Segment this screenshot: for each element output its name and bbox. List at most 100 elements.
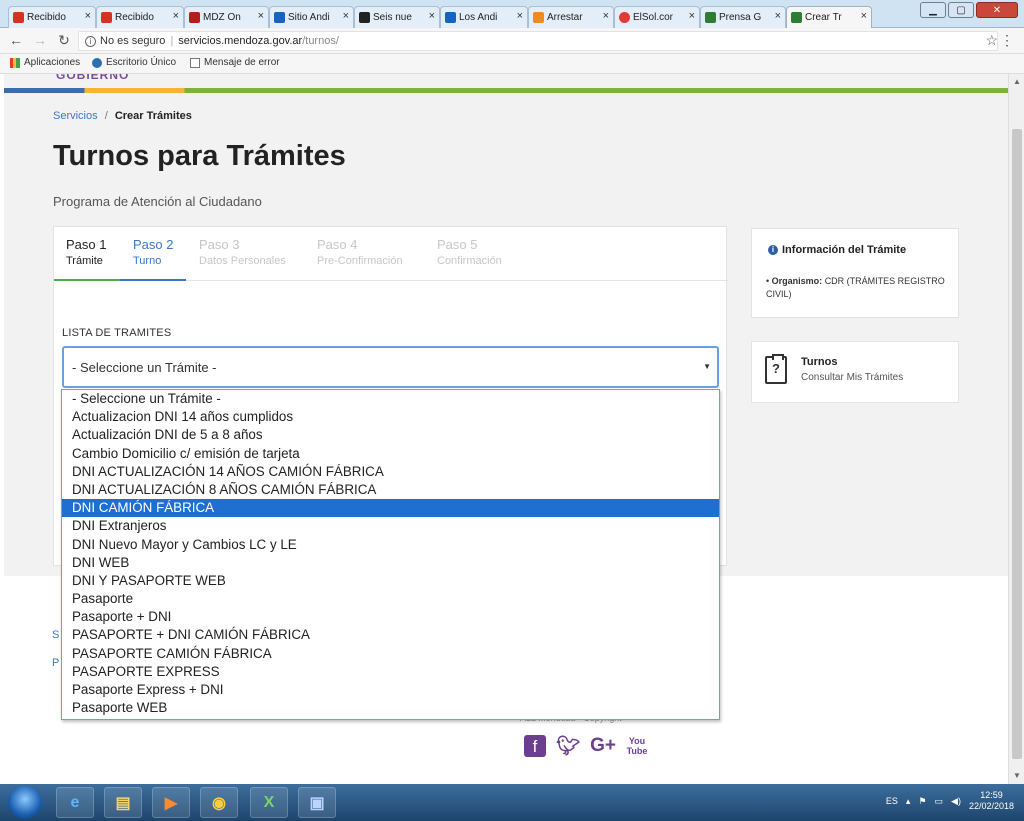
turnos-card[interactable]: ? Turnos Consultar Mis Trámites (751, 341, 959, 403)
minimize-icon[interactable]: ▁ (920, 2, 946, 18)
gobierno-logo[interactable]: GOBIERNO (56, 74, 129, 82)
close-icon[interactable]: × (173, 10, 179, 22)
youtube-icon[interactable]: You Tube (626, 736, 648, 756)
step-2[interactable]: Paso 2 Turno (133, 227, 173, 281)
page-title: Turnos para Trámites (53, 140, 346, 172)
tramite-option[interactable]: PASAPORTE EXPRESS (62, 663, 719, 681)
url-separator: | (170, 35, 174, 47)
tramite-option[interactable]: PASAPORTE CAMIÓN FÁBRICA (62, 645, 719, 663)
tramite-option[interactable]: Pasaporte (62, 590, 719, 608)
excel-icon[interactable]: X (250, 787, 288, 818)
breadcrumb: Servicios / Crear Trámites (53, 110, 192, 122)
step-1[interactable]: Paso 1 Trámite (66, 227, 106, 281)
tramite-option[interactable]: DNI Y PASAPORTE WEB (62, 572, 719, 590)
close-icon[interactable]: × (343, 10, 349, 22)
browser-tab[interactable]: Los Andi × (440, 6, 528, 28)
browser-tab[interactable]: Sitio Andi × (269, 6, 354, 28)
browser-tab[interactable]: Recibido × (8, 6, 96, 28)
browser-tab-active[interactable]: Crear Tr × (786, 6, 872, 28)
select-value: - Seleccione un Trámite - (72, 359, 217, 375)
scroll-down-icon[interactable]: ▼ (1009, 768, 1024, 784)
breadcrumb-servicios-link[interactable]: Servicios (53, 110, 98, 122)
info-icon[interactable]: i (85, 35, 96, 47)
bookmark-mensaje[interactable]: Mensaje de error (190, 57, 280, 68)
network-icon[interactable]: ▭ (935, 796, 944, 807)
language-indicator[interactable]: ES (886, 796, 898, 806)
file-explorer-icon[interactable]: ▤ (104, 787, 142, 818)
forward-icon[interactable]: → (32, 32, 48, 48)
document-app-icon[interactable]: ▣ (298, 787, 336, 818)
consultar-tramites-link[interactable]: Consultar Mis Trámites (801, 372, 903, 383)
facebook-icon[interactable]: f (524, 735, 546, 757)
apps-grid-icon (10, 57, 20, 68)
tramite-select[interactable]: - Seleccione un Trámite - ▼ (62, 346, 719, 388)
volume-icon[interactable]: ◀) (951, 796, 961, 807)
browser-tab[interactable]: Prensa G × (700, 6, 786, 28)
close-icon[interactable]: × (861, 10, 867, 22)
maximize-icon[interactable]: ▢ (948, 2, 974, 18)
tramite-option[interactable]: Pasaporte WEB (62, 699, 719, 717)
browser-tab[interactable]: Seis nue × (354, 6, 440, 28)
google-plus-icon[interactable]: G+ (590, 735, 616, 757)
scroll-up-icon[interactable]: ▲ (1009, 74, 1024, 90)
internet-explorer-icon[interactable]: e (56, 787, 94, 818)
clock[interactable]: 12:59 22/02/2018 (969, 790, 1014, 812)
close-window-icon[interactable]: ✕ (976, 2, 1018, 18)
bookmark-star-icon[interactable]: ☆ (985, 32, 998, 49)
tramite-option[interactable]: DNI ACTUALIZACIÓN 14 AÑOS CAMIÓN FÁBRICA (62, 463, 719, 481)
close-icon[interactable]: × (775, 10, 781, 22)
back-icon[interactable]: ← (8, 32, 24, 48)
footer-link[interactable]: S (52, 629, 59, 641)
tab-title: Recibido (27, 12, 66, 23)
close-icon[interactable]: × (689, 10, 695, 22)
breadcrumb-separator: / (104, 110, 108, 122)
tramite-option[interactable]: DNI CAMIÓN FÁBRICA (62, 499, 719, 518)
tramite-option[interactable]: DNI WEB (62, 554, 719, 572)
start-button[interactable] (8, 786, 42, 819)
site-favicon-icon (705, 12, 716, 23)
tramite-option[interactable]: DNI Nuevo Mayor y Cambios LC y LE (62, 536, 719, 554)
url-input[interactable]: i No es seguro | servicios.mendoza.gov.a… (78, 31, 998, 51)
tramite-option[interactable]: Cambio Domicilio c/ emisión de tarjeta (62, 445, 719, 463)
bookmark-escritorio[interactable]: Escritorio Único (92, 57, 176, 68)
close-icon[interactable]: × (603, 10, 609, 22)
tramite-option[interactable]: - Seleccione un Trámite - (62, 390, 719, 408)
clock-time: 12:59 (980, 790, 1003, 800)
close-icon[interactable]: × (258, 10, 264, 22)
tramite-option[interactable]: Pasaporte Express + DNI (62, 681, 719, 699)
page-scrollbar[interactable]: ▲ ▼ (1008, 74, 1024, 784)
tab-title: MDZ On (203, 12, 241, 23)
browser-tab[interactable]: MDZ On × (184, 6, 269, 28)
step-label: Datos Personales (199, 255, 286, 267)
step-label: Trámite (66, 255, 103, 267)
globe-icon (92, 57, 102, 68)
tramite-option[interactable]: DNI ACTUALIZACIÓN 8 AÑOS CAMIÓN FÁBRICA (62, 481, 719, 499)
turnos-card-title: Turnos (801, 356, 838, 368)
close-icon[interactable]: × (517, 10, 523, 22)
footer-link[interactable]: P (52, 657, 59, 669)
browser-tab[interactable]: Arrestar × (528, 6, 614, 28)
reload-icon[interactable]: ↻ (56, 32, 72, 49)
tramite-option[interactable]: Actualización DNI de 5 a 8 años (62, 426, 719, 444)
info-card-header: i Información del Trámite (768, 244, 906, 256)
tramite-option[interactable]: Actualizacion DNI 14 años cumplidos (62, 408, 719, 426)
twitter-icon[interactable]: 🐦︎ (556, 734, 580, 758)
browser-tab[interactable]: Recibido × (96, 6, 184, 28)
close-icon[interactable]: × (429, 10, 435, 22)
step-number: Paso 4 (317, 237, 358, 252)
tramites-list-label: LISTA DE TRAMITES (62, 327, 172, 339)
tramite-option[interactable]: DNI Extranjeros (62, 517, 719, 535)
site-favicon-icon (274, 12, 285, 23)
step-number: Paso 5 (437, 237, 478, 252)
flag-icon[interactable]: ⚑ (918, 796, 926, 807)
tray-arrow-icon[interactable]: ▴ (906, 796, 911, 807)
media-player-icon[interactable]: ▶ (152, 787, 190, 818)
tramite-option[interactable]: Pasaporte + DNI (62, 608, 719, 626)
menu-kebab-icon[interactable]: ⋮ (1000, 32, 1014, 49)
scroll-thumb[interactable] (1012, 129, 1022, 759)
close-icon[interactable]: × (85, 10, 91, 22)
chrome-icon[interactable]: ◉ (200, 787, 238, 818)
bookmark-apps[interactable]: Aplicaciones (10, 57, 80, 68)
browser-tab[interactable]: ElSol.cor × (614, 6, 700, 28)
tramite-option[interactable]: PASAPORTE + DNI CAMIÓN FÁBRICA (62, 626, 719, 644)
